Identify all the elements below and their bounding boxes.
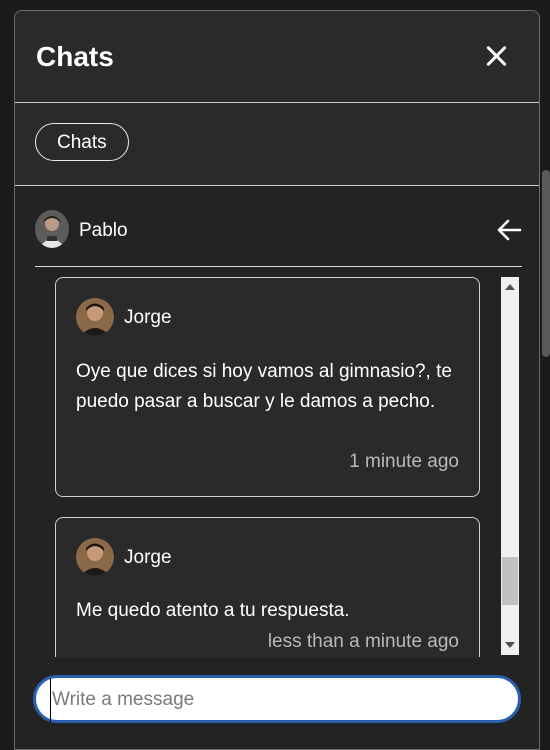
- message-timestamp: 1 minute ago: [349, 451, 459, 472]
- message-input[interactable]: [50, 678, 494, 722]
- contact-name: Pablo: [79, 220, 128, 241]
- message-text: Me quedo atento a tu respuesta.: [76, 600, 350, 621]
- page-scrollbar[interactable]: [542, 170, 550, 357]
- tab-chats[interactable]: Chats: [35, 123, 129, 161]
- close-icon[interactable]: [485, 45, 507, 67]
- scroll-up-icon[interactable]: [505, 284, 515, 290]
- tabs-row: Chats: [15, 103, 539, 186]
- contact-avatar[interactable]: [35, 210, 69, 248]
- message-sender: Jorge: [124, 307, 172, 328]
- message-card: Jorge Me quedo atento a tu respuesta. le…: [55, 517, 480, 657]
- panel-title: Chats: [36, 41, 114, 72]
- conversation-view: Pablo Jorge Oye que dices si hoy vamos a…: [15, 186, 539, 749]
- sender-avatar[interactable]: [76, 298, 114, 336]
- scroll-thumb[interactable]: [502, 557, 518, 605]
- conversation-header: Pablo: [35, 186, 522, 267]
- scroll-down-icon[interactable]: [505, 642, 515, 648]
- chat-panel: Chats Chats Pablo Jorge Oye que dices si…: [14, 10, 540, 750]
- message-timestamp: less than a minute ago: [267, 631, 459, 652]
- message-composer: [33, 675, 521, 723]
- message-sender: Jorge: [124, 547, 172, 568]
- message-scrollbar[interactable]: [501, 277, 519, 655]
- arrow-left-icon[interactable]: [496, 218, 522, 242]
- message-card: Jorge Oye que dices si hoy vamos al gimn…: [55, 277, 480, 497]
- sender-avatar[interactable]: [76, 538, 114, 576]
- message-list[interactable]: Jorge Oye que dices si hoy vamos al gimn…: [55, 277, 521, 657]
- panel-header: Chats: [15, 11, 539, 103]
- message-text: Oye que dices si hoy vamos al gimnasio?,…: [76, 361, 452, 412]
